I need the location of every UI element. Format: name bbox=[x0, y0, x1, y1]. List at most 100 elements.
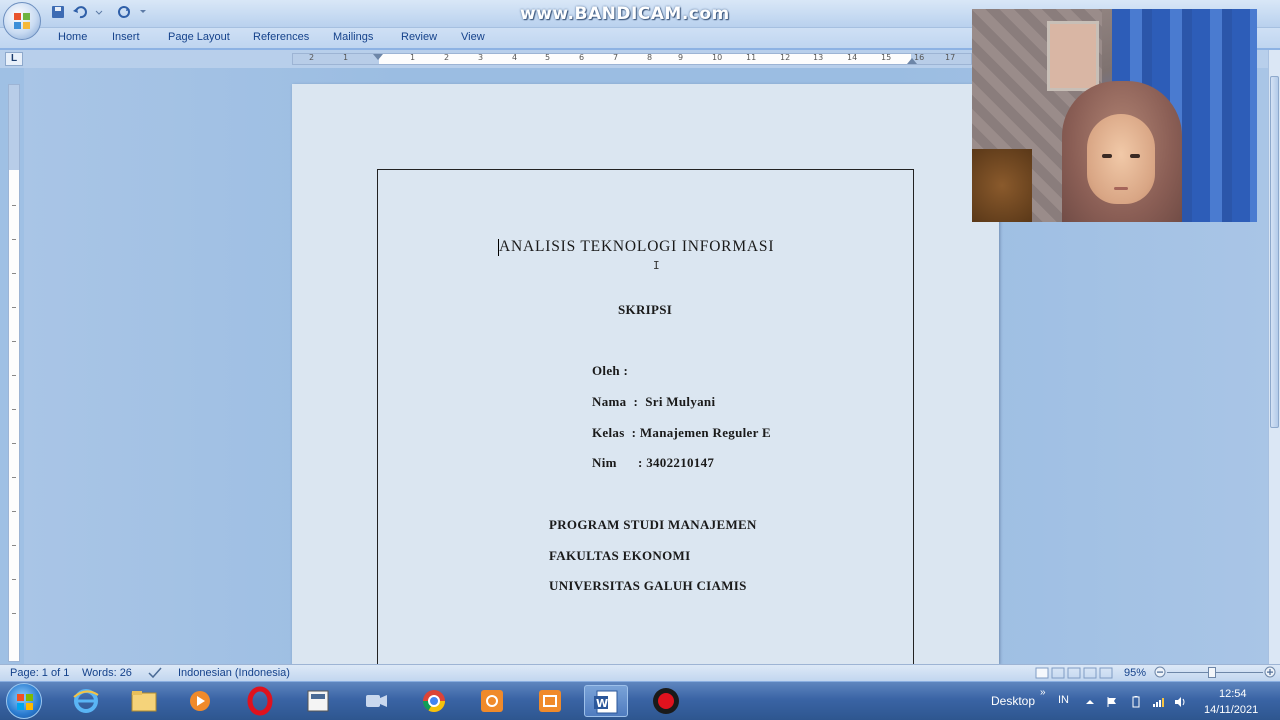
ruler-tick bbox=[12, 239, 16, 240]
ruler-tick bbox=[12, 205, 16, 206]
page-count[interactable]: Page: 1 of 1 bbox=[10, 667, 69, 679]
network-icon[interactable] bbox=[1152, 695, 1164, 707]
orange-app-icon[interactable] bbox=[470, 685, 514, 717]
ruler-number: 4 bbox=[512, 53, 518, 62]
ruler-number: 7 bbox=[613, 53, 619, 62]
ruler-number: 2 bbox=[444, 53, 450, 62]
right-indent-marker[interactable] bbox=[907, 58, 917, 64]
tab-page-layout[interactable]: Page Layout bbox=[168, 31, 230, 43]
action-center-flag-icon[interactable] bbox=[1106, 695, 1118, 707]
webcam-overlay bbox=[972, 9, 1257, 222]
ruler-number: 17 bbox=[945, 53, 956, 62]
file-explorer-icon[interactable] bbox=[122, 685, 166, 717]
webcam-chair bbox=[972, 149, 1032, 222]
svg-text:W: W bbox=[596, 697, 608, 710]
ruler-number: 10 bbox=[712, 53, 723, 62]
tab-mailings[interactable]: Mailings bbox=[333, 31, 373, 43]
ruler-number: 1 bbox=[410, 53, 416, 62]
redo-icon[interactable] bbox=[116, 4, 132, 20]
vertical-ruler[interactable] bbox=[8, 84, 20, 662]
battery-icon[interactable] bbox=[1130, 695, 1142, 708]
chrome-icon[interactable] bbox=[412, 685, 456, 717]
clock-time[interactable]: 12:54 bbox=[1219, 688, 1247, 700]
name-line[interactable]: Nama : Sri Mulyani bbox=[592, 394, 715, 410]
top-margin-area bbox=[9, 85, 19, 170]
ruler-number: 8 bbox=[647, 53, 653, 62]
recording-watermark: www.BANDICAM.com bbox=[520, 4, 730, 24]
tab-insert[interactable]: Insert bbox=[112, 31, 140, 43]
ruler-tick bbox=[12, 477, 16, 478]
calculator-app-icon[interactable] bbox=[296, 685, 340, 717]
ruler-tick bbox=[12, 409, 16, 410]
office-button[interactable] bbox=[3, 2, 41, 40]
webcam-wall-photo bbox=[1047, 21, 1099, 91]
start-button[interactable] bbox=[6, 683, 42, 719]
study-program[interactable]: PROGRAM STUDI MANAJEMEN bbox=[549, 517, 757, 533]
tab-home[interactable]: Home bbox=[58, 31, 87, 43]
ruler-number: 1 bbox=[343, 53, 349, 62]
ruler-tick bbox=[12, 545, 16, 546]
author-label[interactable]: Oleh : bbox=[592, 363, 628, 379]
ruler-number: 14 bbox=[847, 53, 858, 62]
word-app-icon[interactable]: W bbox=[584, 685, 628, 717]
tab-view[interactable]: View bbox=[461, 31, 485, 43]
webcam-person-eye bbox=[1102, 154, 1112, 158]
word-count[interactable]: Words: 26 bbox=[82, 667, 132, 679]
tab-review[interactable]: Review bbox=[401, 31, 437, 43]
status-bar: Page: 1 of 1 Words: 26 Indonesian (Indon… bbox=[0, 664, 1280, 681]
screenshot-app-icon[interactable] bbox=[528, 685, 572, 717]
ibeam-cursor-icon: I bbox=[653, 259, 660, 272]
dropdown-arrow-icon[interactable] bbox=[94, 4, 110, 20]
university[interactable]: UNIVERSITAS GALUH CIAMIS bbox=[549, 578, 747, 594]
camera-app-icon[interactable] bbox=[354, 685, 398, 717]
student-id-line[interactable]: Nim : 3402210147 bbox=[592, 455, 714, 471]
first-line-indent-marker[interactable] bbox=[373, 54, 383, 60]
clock-date[interactable]: 14/11/2021 bbox=[1204, 704, 1258, 716]
zoom-level[interactable]: 95% bbox=[1124, 667, 1146, 679]
media-player-icon[interactable] bbox=[178, 685, 222, 717]
toolbar-expand-icon[interactable]: » bbox=[1040, 687, 1046, 698]
ruler-number: 11 bbox=[746, 53, 757, 62]
ruler-number: 9 bbox=[678, 53, 684, 62]
scroll-thumb[interactable] bbox=[1270, 76, 1279, 428]
ruler-tick bbox=[12, 511, 16, 512]
document-title[interactable]: ANALISIS TEKNOLOGI INFORMASI bbox=[499, 238, 774, 256]
document-subtitle[interactable]: SKRIPSI bbox=[618, 302, 672, 318]
opera-icon[interactable] bbox=[238, 685, 282, 717]
show-hidden-icons-icon[interactable] bbox=[1084, 695, 1096, 707]
vertical-scrollbar[interactable] bbox=[1268, 50, 1280, 664]
ruler-tick bbox=[12, 443, 16, 444]
volume-icon[interactable] bbox=[1174, 695, 1186, 707]
ruler-number: 2 bbox=[309, 53, 315, 62]
webcam-person-face bbox=[1087, 114, 1155, 204]
zoom-out-icon[interactable] bbox=[1154, 666, 1166, 681]
zoom-in-icon[interactable] bbox=[1264, 666, 1276, 681]
customize-toolbar-icon[interactable] bbox=[138, 4, 154, 20]
office-logo-icon bbox=[14, 13, 30, 29]
language-indicator[interactable]: Indonesian (Indonesia) bbox=[178, 667, 290, 679]
ruler-tick bbox=[12, 375, 16, 376]
horizontal-ruler[interactable]: 2 1 1 2 3 4 5 6 7 8 9 10 11 12 13 14 15 … bbox=[292, 53, 972, 65]
left-margin-area bbox=[293, 54, 379, 64]
ruler-tick bbox=[12, 579, 16, 580]
save-icon[interactable] bbox=[50, 4, 66, 20]
ruler-number: 6 bbox=[579, 53, 585, 62]
view-buttons[interactable] bbox=[1035, 667, 1117, 682]
desktop-toolbar-label[interactable]: Desktop bbox=[991, 694, 1035, 708]
ruler-number: 12 bbox=[780, 53, 791, 62]
undo-icon[interactable] bbox=[72, 4, 88, 20]
internet-explorer-icon[interactable] bbox=[64, 685, 108, 717]
zoom-slider-thumb[interactable] bbox=[1208, 667, 1216, 678]
proofing-check-icon[interactable] bbox=[148, 667, 162, 682]
input-language-indicator[interactable]: IN bbox=[1058, 694, 1069, 706]
tab-references[interactable]: References bbox=[253, 31, 309, 43]
ruler-number: 13 bbox=[813, 53, 824, 62]
ruler-tick bbox=[12, 613, 16, 614]
ruler-tick bbox=[12, 307, 16, 308]
tab-selector[interactable]: L bbox=[5, 52, 23, 66]
faculty[interactable]: FAKULTAS EKONOMI bbox=[549, 548, 690, 564]
bandicam-record-icon[interactable] bbox=[644, 685, 688, 717]
class-line[interactable]: Kelas : Manajemen Reguler E bbox=[592, 425, 771, 441]
webcam-person-mouth bbox=[1114, 187, 1128, 190]
ruler-tick bbox=[12, 273, 16, 274]
